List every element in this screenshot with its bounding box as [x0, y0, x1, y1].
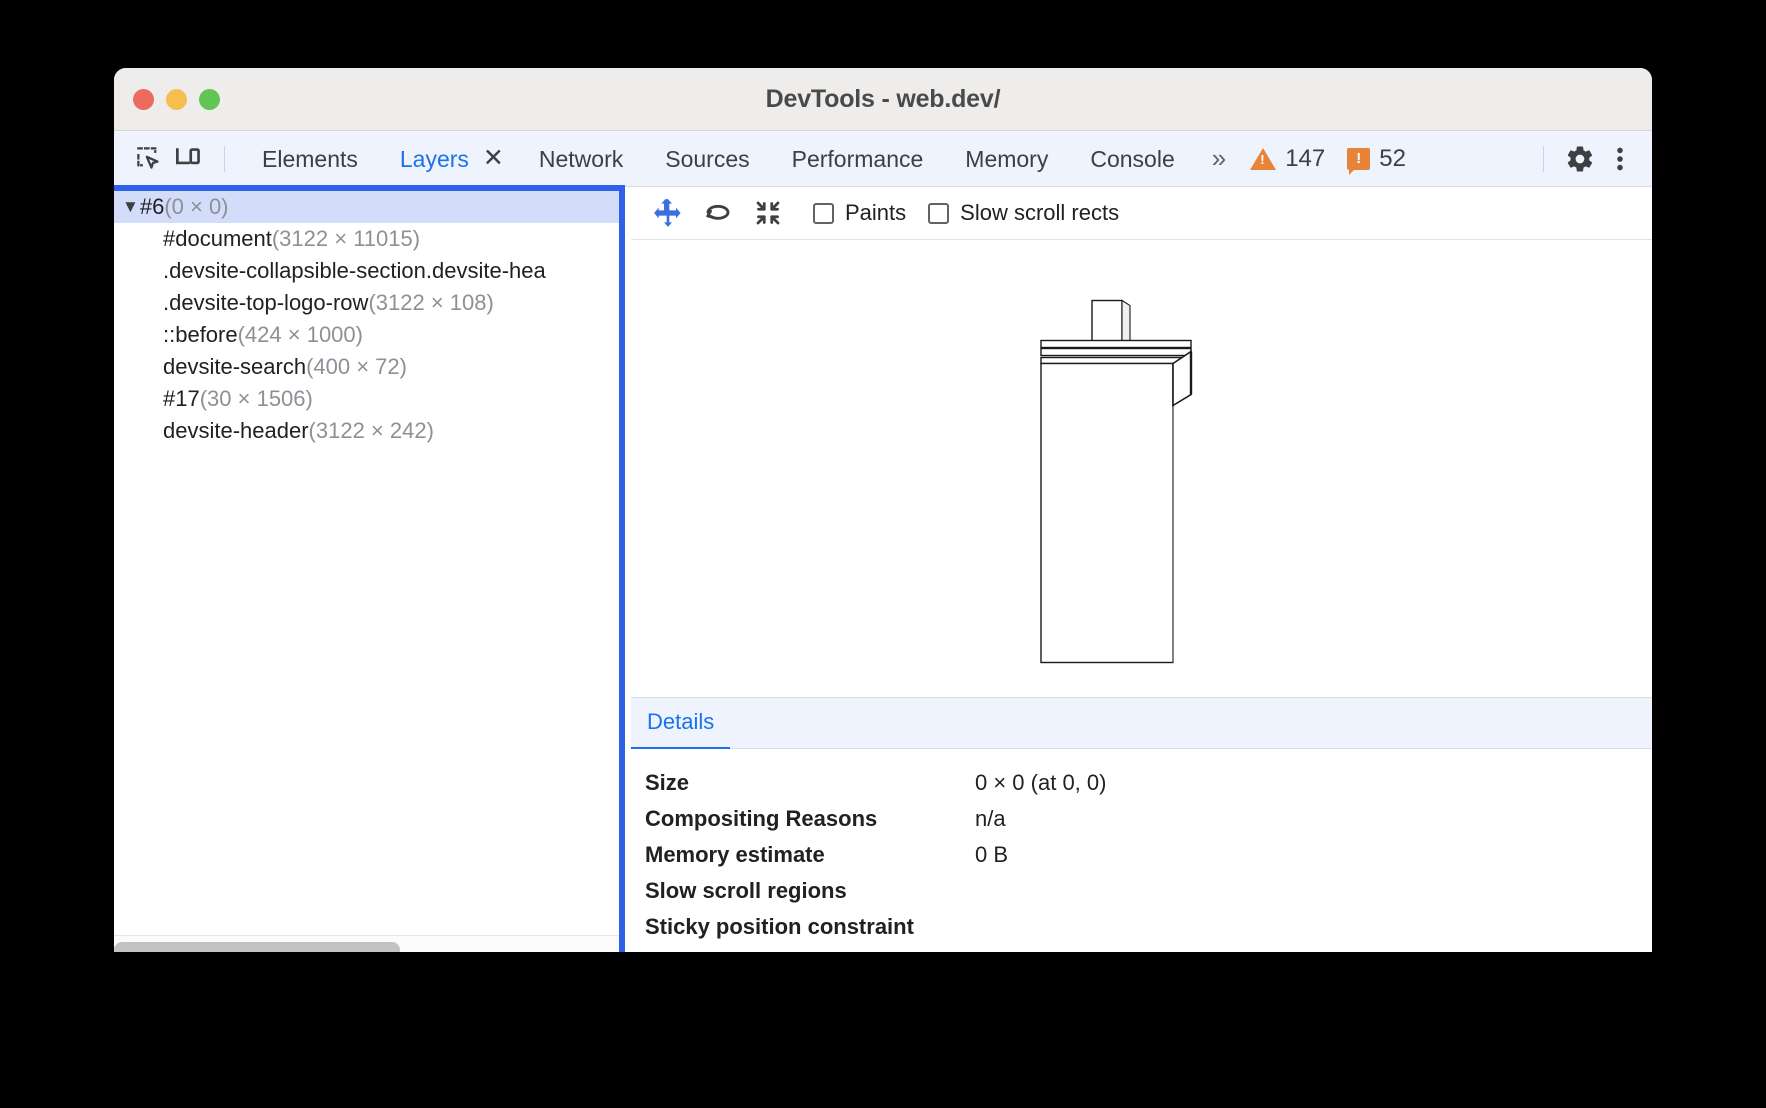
layer-size: (400 × 72): [306, 354, 407, 379]
slow-scroll-rects-checkbox[interactable]: Slow scroll rects: [928, 200, 1119, 226]
close-icon[interactable]: ✕: [483, 146, 504, 171]
details-key: Sticky position constraint: [645, 914, 975, 940]
maximize-window-button[interactable]: [199, 89, 220, 110]
tab-elements[interactable]: Elements: [241, 131, 379, 187]
details-row-memory-estimate: Memory estimate 0 B: [645, 837, 1652, 873]
layer-name: #6: [140, 194, 164, 219]
tab-console[interactable]: Console: [1069, 131, 1195, 187]
layer-size: (0 × 0): [164, 194, 228, 219]
layer-name: devsite-search: [163, 354, 306, 379]
slow-scroll-rects-checkbox-box[interactable]: [928, 203, 949, 224]
details-key: Compositing Reasons: [645, 806, 975, 832]
layer-name: #document: [163, 226, 272, 251]
layers-view-toolbar: Paints Slow scroll rects: [631, 187, 1652, 240]
errors-count: 52: [1379, 145, 1406, 173]
minimize-window-button[interactable]: [166, 89, 187, 110]
devtools-body: Paints Slow scroll rects: [114, 187, 1652, 952]
layer-tree-row-devsite-header[interactable]: devsite-header(3122 × 242): [114, 415, 619, 447]
details-key: Memory estimate: [645, 842, 975, 868]
scrollbar-thumb[interactable]: [114, 942, 400, 953]
layer-size: (3122 × 108): [368, 290, 493, 315]
layer-name: .devsite-top-logo-row: [163, 290, 368, 315]
paints-checkbox-label: Paints: [845, 200, 906, 226]
layer-size: (3122 × 242): [309, 418, 434, 443]
details-value: n/a: [975, 806, 1006, 832]
layer-name: devsite-header: [163, 418, 309, 443]
tab-layers[interactable]: Layers ✕: [379, 131, 518, 187]
layer-name: ::before: [163, 322, 238, 347]
layer-tree-row-6[interactable]: ▼#6(0 × 0): [114, 191, 619, 223]
layer-tree-horizontal-scrollbar[interactable]: [114, 935, 619, 952]
error-icon: [1347, 148, 1370, 170]
tab-memory[interactable]: Memory: [944, 131, 1069, 187]
tab-details[interactable]: Details: [631, 697, 730, 750]
details-tabbar: Details: [631, 697, 1652, 749]
layers-right-panel: Paints Slow scroll rects: [631, 187, 1652, 952]
layer-tree-row-devsite-search[interactable]: devsite-search(400 × 72): [114, 351, 619, 383]
tab-sources[interactable]: Sources: [644, 131, 770, 187]
details-key: Size: [645, 770, 975, 796]
warnings-count: 147: [1285, 145, 1325, 173]
details-body: Size 0 × 0 (at 0, 0) Compositing Reasons…: [631, 749, 1652, 952]
layers-3d-canvas[interactable]: [631, 240, 1652, 697]
details-value: 0 × 0 (at 0, 0): [975, 770, 1106, 796]
window-titlebar: DevTools - web.dev/: [114, 68, 1652, 131]
toolbar-divider-right: [1543, 146, 1544, 172]
close-window-button[interactable]: [133, 89, 154, 110]
reset-view-icon[interactable]: [745, 193, 791, 233]
paints-checkbox-box[interactable]: [813, 203, 834, 224]
layer-name: #17: [163, 386, 200, 411]
gear-icon[interactable]: [1560, 139, 1600, 179]
warnings-counter[interactable]: 147: [1239, 145, 1336, 173]
slow-scroll-rects-checkbox-label: Slow scroll rects: [960, 200, 1119, 226]
layer-size: (3122 × 11015): [272, 226, 420, 251]
window-title: DevTools - web.dev/: [114, 85, 1652, 114]
layer-tree-scroll[interactable]: ▼#6(0 × 0) #document(3122 × 11015) .devs…: [114, 191, 619, 935]
toolbar-right-group: [1527, 139, 1652, 179]
layer-size: (424 × 1000): [238, 322, 363, 347]
expand-caret-icon[interactable]: ▼: [122, 191, 139, 223]
details-key: Slow scroll regions: [645, 878, 975, 904]
warning-icon: [1250, 148, 1276, 170]
toolbar-divider: [224, 146, 225, 172]
paints-checkbox[interactable]: Paints: [813, 200, 906, 226]
layer-tree-row-document[interactable]: #document(3122 × 11015): [114, 223, 619, 255]
inspect-element-icon[interactable]: [128, 139, 168, 179]
screenshot-root: DevTools - web.dev/ Elements Layers: [0, 0, 1766, 1108]
layer-tree-row-17[interactable]: #17(30 × 1506): [114, 383, 619, 415]
more-tabs-icon[interactable]: »: [1196, 143, 1239, 174]
tab-layers-label: Layers: [400, 131, 469, 187]
details-row-slow-scroll-regions: Slow scroll regions: [645, 873, 1652, 909]
errors-counter[interactable]: 52: [1336, 145, 1417, 173]
devtools-window: DevTools - web.dev/ Elements Layers: [114, 68, 1652, 952]
traffic-light-group: [133, 89, 220, 110]
layer-name: .devsite-collapsible-section.devsite-hea: [163, 258, 546, 283]
layer-tree-row-top-logo-row[interactable]: .devsite-top-logo-row(3122 × 108): [114, 287, 619, 319]
layer-wireframe-graphic: [631, 240, 1652, 697]
layer-tree-panel[interactable]: ▼#6(0 × 0) #document(3122 × 11015) .devs…: [114, 185, 625, 952]
devtools-tabstrip: Elements Layers ✕ Network Sources Perfor…: [114, 131, 1652, 187]
layer-tree-row-before[interactable]: ::before(424 × 1000): [114, 319, 619, 351]
details-value: 0 B: [975, 842, 1008, 868]
details-row-compositing-reasons: Compositing Reasons n/a: [645, 801, 1652, 837]
layer-tree-row-collapsible-section[interactable]: .devsite-collapsible-section.devsite-hea: [114, 255, 619, 287]
pan-mode-icon[interactable]: [645, 193, 691, 233]
tab-network[interactable]: Network: [518, 131, 644, 187]
rotate-mode-icon[interactable]: [695, 193, 741, 233]
tab-performance[interactable]: Performance: [771, 131, 945, 187]
details-row-sticky-position-constraint: Sticky position constraint: [645, 909, 1652, 945]
device-toolbar-icon[interactable]: [168, 139, 208, 179]
three-dot-vertical-icon[interactable]: [1600, 139, 1640, 179]
layer-size: (30 × 1506): [200, 386, 313, 411]
details-row-size: Size 0 × 0 (at 0, 0): [645, 765, 1652, 801]
